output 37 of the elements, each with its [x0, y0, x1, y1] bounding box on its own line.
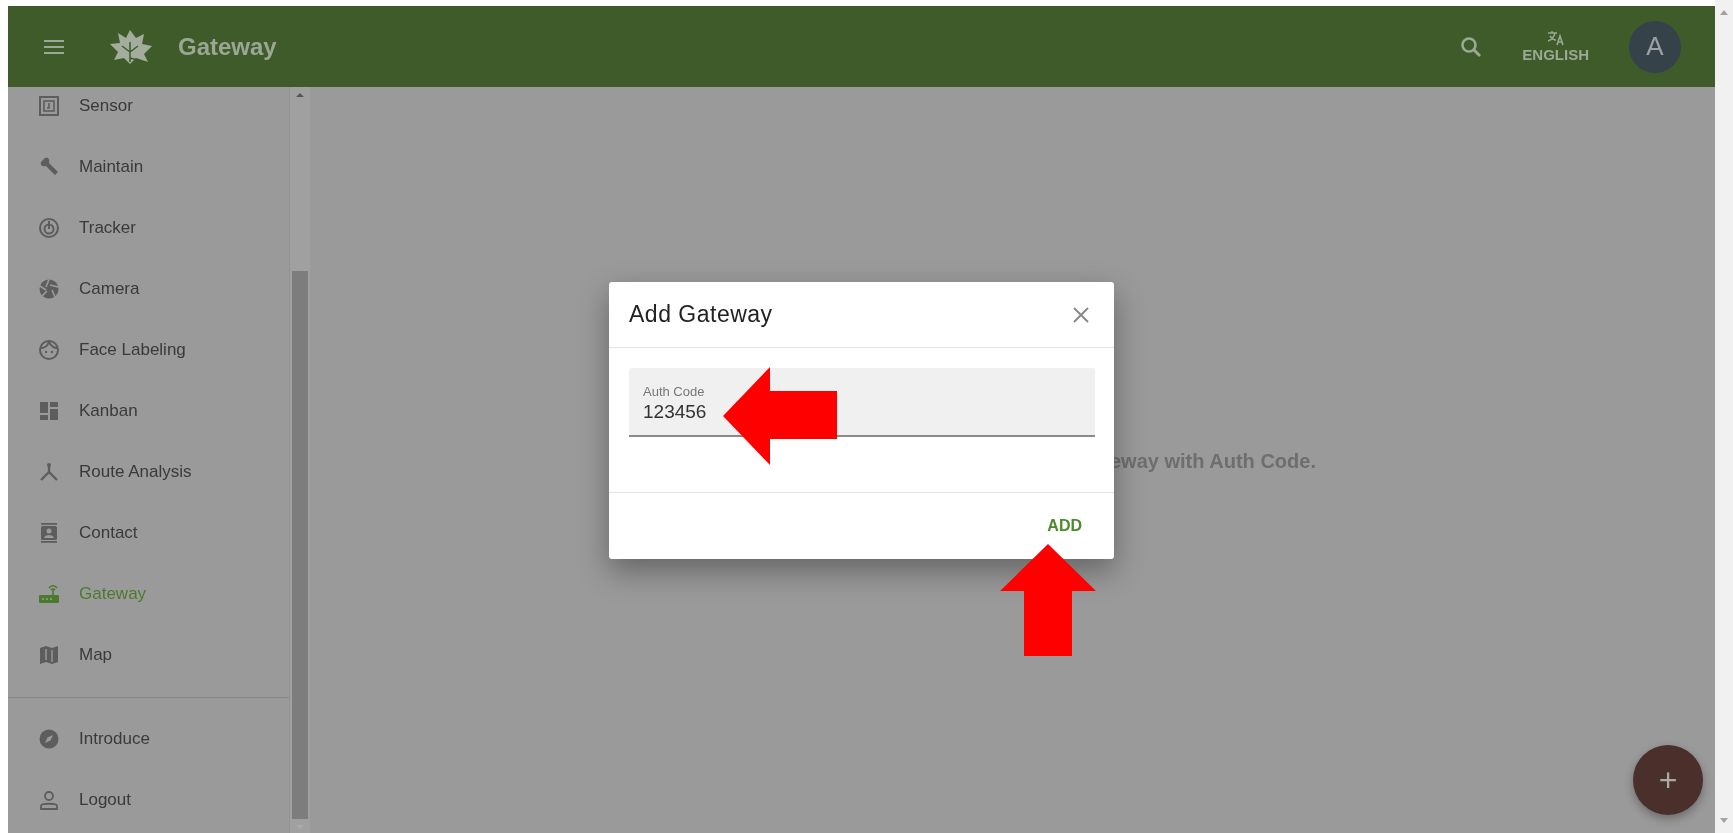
nav-item[interactable]: Route Analysis: [8, 441, 289, 502]
nav-item[interactable]: Map: [8, 624, 289, 685]
app-title: Gateway: [178, 32, 277, 61]
nav-item[interactable]: Maintain: [8, 136, 289, 197]
field-label: Auth Code: [643, 384, 706, 399]
radar-icon: [38, 216, 60, 239]
add-button[interactable]: ADD: [1035, 509, 1094, 543]
face-icon: [38, 338, 60, 361]
translate-icon: [1546, 30, 1565, 46]
page-scrollbar[interactable]: [1715, 0, 1733, 833]
sensor-icon: [38, 94, 60, 117]
nav-item[interactable]: Logout: [8, 769, 289, 830]
auth-code-input[interactable]: 123456: [643, 399, 1081, 423]
dashboard-icon: [38, 399, 60, 422]
nav-item[interactable]: Tracker: [8, 197, 289, 258]
wrench-icon: [38, 155, 60, 178]
map-icon: [38, 643, 60, 666]
search-icon[interactable]: [1460, 35, 1483, 58]
nav-item[interactable]: Camera: [8, 258, 289, 319]
nav-item[interactable]: Face Labeling: [8, 319, 289, 380]
scrollbar[interactable]: [289, 87, 310, 833]
close-icon[interactable]: [1072, 305, 1090, 324]
dialog-title: Add Gateway: [629, 301, 773, 328]
add-button[interactable]: +: [1633, 745, 1703, 815]
fork-icon: [38, 460, 60, 483]
nav-item[interactable]: Sensor: [8, 87, 289, 136]
nav-item[interactable]: Kanban: [8, 380, 289, 441]
menu-icon[interactable]: [44, 39, 64, 54]
nav-item[interactable]: Introduce: [8, 708, 289, 769]
nav-item[interactable]: Contact: [8, 502, 289, 563]
user-avatar[interactable]: A: [1629, 20, 1681, 73]
router-icon: [38, 582, 60, 605]
aperture-icon: [38, 277, 60, 300]
compass-icon: [38, 727, 60, 750]
language-button[interactable]: ENGLISH: [1516, 26, 1595, 67]
person-icon: [38, 788, 60, 811]
contact-card-icon: [38, 521, 60, 544]
